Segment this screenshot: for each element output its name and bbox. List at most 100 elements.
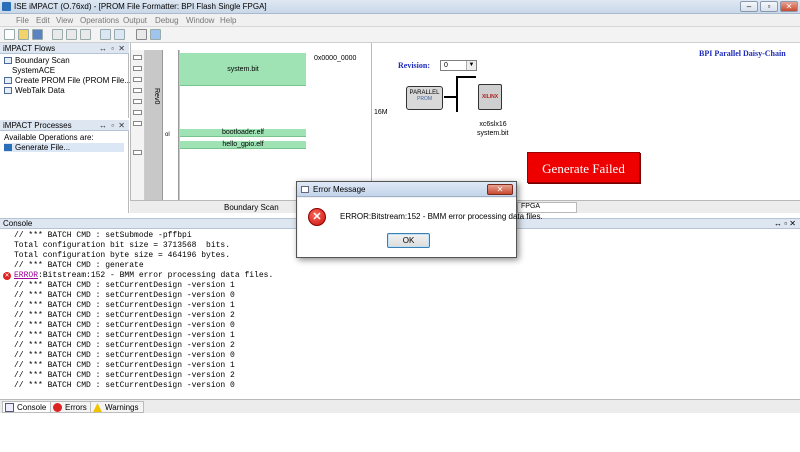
ruler-marker [133, 66, 142, 71]
tab-errors[interactable]: Errors [50, 401, 92, 413]
flows-panel-controls[interactable]: ↔ ▫ ✕ [99, 43, 126, 54]
parallel-chip-sublabel: PROM [417, 96, 432, 102]
ok-button[interactable]: OK [387, 233, 430, 248]
cut-icon[interactable] [52, 29, 63, 40]
console-title: Console [3, 219, 33, 228]
tab-boundary-scan[interactable]: Boundary Scan [224, 203, 279, 212]
flow-boundary-scan[interactable]: Boundary Scan [4, 56, 70, 65]
parallel-prom-chip[interactable]: PARALLEL PROM [406, 86, 443, 110]
arrow-right-icon [4, 144, 12, 151]
console-line: // *** BATCH CMD : setCurrentDesign -ver… [14, 381, 235, 390]
fpga-chip[interactable]: XILINX [478, 84, 502, 110]
menu-debug[interactable]: Debug [155, 16, 179, 25]
xilinx-logo-icon: XILINX [481, 94, 499, 100]
chain-title: BPI Parallel Daisy-Chain [699, 49, 786, 58]
ruler-marker [133, 77, 142, 82]
ruler-marker [133, 88, 142, 93]
error-link[interactable]: ERROR [14, 271, 38, 280]
console-line: // *** BATCH CMD : setCurrentDesign -ver… [14, 361, 235, 370]
help-icon[interactable] [150, 29, 161, 40]
console-icon [5, 403, 14, 412]
webtalk-icon [4, 87, 12, 94]
tab-warnings[interactable]: Warnings [90, 401, 144, 413]
console-line: // *** BATCH CMD : setCurrentDesign -ver… [14, 311, 235, 320]
flow-create-prom[interactable]: Create PROM File (PROM File... [4, 76, 131, 85]
restore-button[interactable]: ▫ [760, 1, 778, 12]
menu-bar: File Edit View Operations Output Debug W… [0, 14, 800, 27]
prom-block-hello-gpio[interactable]: hello_gpio.elf [180, 141, 306, 149]
prom-block-bootloader[interactable]: bootloader.elf [180, 129, 306, 137]
revision-strip-label: Rev0 [153, 88, 160, 105]
tab-console[interactable]: Console [2, 401, 52, 413]
dialog-title: Error Message [313, 185, 366, 194]
console-line: // *** BATCH CMD : setCurrentDesign -ver… [14, 341, 235, 350]
flow-systemace[interactable]: SystemACE [12, 66, 55, 75]
console-line: // *** BATCH CMD : setCurrentDesign -ver… [14, 291, 235, 300]
panel-icon[interactable] [114, 29, 125, 40]
new-file-icon[interactable] [4, 29, 15, 40]
flows-panel-header: iMPACT Flows ↔ ▫ ✕ [0, 43, 129, 54]
console-line: // *** BATCH CMD : setCurrentDesign -ver… [14, 281, 235, 290]
menu-edit[interactable]: Edit [36, 16, 50, 25]
console-line: // *** BATCH CMD : setCurrentDesign -ver… [14, 331, 235, 340]
console-line: // *** BATCH CMD : setCurrentDesign -ver… [14, 371, 235, 380]
ruler-marker [133, 121, 142, 126]
menu-operations[interactable]: Operations [80, 16, 119, 25]
bus-line [456, 77, 458, 112]
ruler-marker [133, 99, 142, 104]
app-icon [2, 2, 11, 11]
dialog-close-button[interactable]: ✕ [487, 184, 513, 195]
prom-icon [4, 77, 12, 84]
bus-line [444, 96, 456, 98]
flow-webtalk[interactable]: WebTalk Data [4, 86, 65, 95]
revision-label: Revision: [398, 61, 430, 70]
dialog-body: ✕ ERROR:Bitstream:152 - BMM error proces… [298, 198, 543, 257]
revision-strip [162, 50, 179, 210]
warning-icon [93, 403, 102, 412]
save-icon[interactable] [32, 29, 43, 40]
delete-icon[interactable] [100, 29, 111, 40]
dialog-title-bar: Error Message ✕ [297, 182, 516, 197]
processes-panel-controls[interactable]: ↔ ▫ ✕ [99, 120, 126, 131]
chevron-down-icon: ▼ [466, 61, 476, 70]
menu-output[interactable]: Output [123, 16, 147, 25]
minimize-button[interactable]: – [740, 1, 758, 12]
operation-generate-file[interactable]: Generate File... [4, 143, 124, 152]
console-line: // *** BATCH CMD : setCurrentDesign -ver… [14, 351, 235, 360]
menu-file[interactable]: File [16, 16, 29, 25]
tools-icon[interactable] [136, 29, 147, 40]
fpga-bitstream-file: system.bit [477, 130, 509, 137]
processes-panel-header: iMPACT Processes ↔ ▫ ✕ [0, 120, 129, 131]
console-controls[interactable]: ↔ ▫ ✕ [774, 219, 796, 229]
flows-panel: Boundary Scan SystemACE Create PROM File… [0, 54, 131, 118]
dialog-message: ERROR:Bitstream:152 - BMM error processi… [340, 212, 543, 221]
revision-value: 0 [444, 62, 448, 69]
prom-block-system-bit[interactable]: system.bit [180, 53, 306, 86]
console-line: // *** BATCH CMD : setCurrentDesign -ver… [14, 301, 235, 310]
console-error-line: ✕ ERROR:Bitstream:152 - BMM error process… [3, 271, 274, 280]
chain-icon [4, 57, 12, 64]
available-operations-label: Available Operations are: [4, 133, 94, 142]
menu-view[interactable]: View [56, 16, 73, 25]
copy-icon[interactable] [66, 29, 77, 40]
open-folder-icon[interactable] [18, 29, 29, 40]
menu-window[interactable]: Window [186, 16, 214, 25]
error-dialog: Error Message ✕ ✕ ERROR:Bitstream:152 - … [296, 181, 543, 258]
processes-panel: Available Operations are: Generate File.… [0, 131, 129, 213]
toolbar [0, 27, 800, 43]
row-marker: ol [165, 132, 170, 138]
desktop-background [0, 413, 800, 452]
ruler-marker [133, 150, 142, 155]
processes-panel-title: iMPACT Processes [3, 121, 72, 130]
close-button[interactable]: ✕ [780, 1, 798, 12]
bus-line [456, 76, 476, 78]
error-icon [53, 403, 62, 412]
prom-size-label: 16M [374, 109, 388, 116]
menu-help[interactable]: Help [220, 16, 236, 25]
revision-select[interactable]: 0 ▼ [440, 60, 477, 71]
flows-panel-title: iMPACT Flows [3, 44, 56, 53]
ruler-marker [133, 110, 142, 115]
dialog-app-icon [301, 186, 309, 193]
paste-icon[interactable] [80, 29, 91, 40]
window-title: ISE iMPACT (O.76xd) - [PROM File Formatt… [14, 2, 267, 11]
